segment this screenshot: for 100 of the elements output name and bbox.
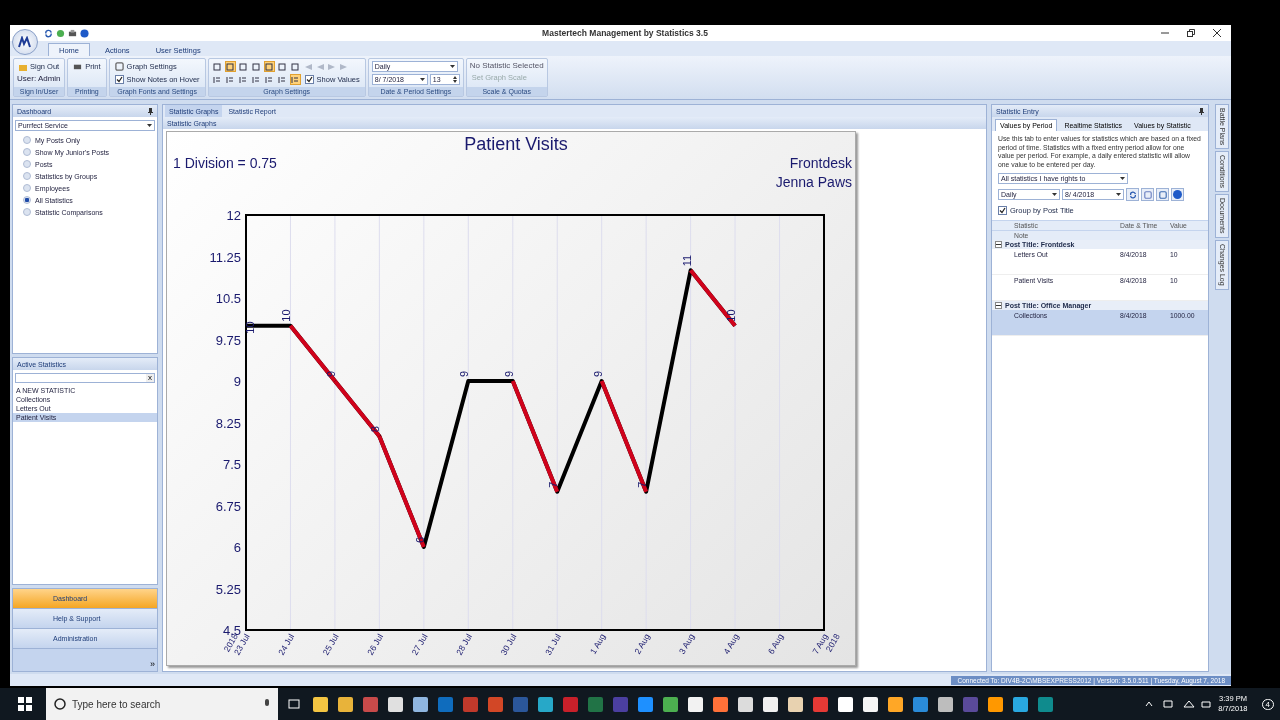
app-tile-icon[interactable] (813, 696, 828, 712)
clear-button[interactable]: x (146, 374, 154, 382)
x-tick-label: 28 Jul (454, 632, 475, 657)
app-tile-icon[interactable] (338, 696, 353, 712)
graph-tool-button[interactable] (263, 74, 275, 85)
x-tick-label: 25 Jul (320, 632, 341, 657)
refresh-button[interactable] (1126, 188, 1139, 201)
y-tick-label: 7.5 (222, 457, 241, 472)
value-label: 10 (725, 309, 738, 322)
value-label: 6 (413, 536, 426, 543)
chart-title: Patient Visits (464, 134, 568, 154)
decline-segment (689, 269, 737, 327)
user-label: User: Admin (17, 74, 62, 83)
value-label: 11 (680, 254, 693, 267)
close-icon[interactable] (1213, 29, 1221, 37)
app-tile-icon[interactable] (688, 696, 703, 712)
app-logo-icon[interactable] (12, 29, 38, 55)
y-tick-label: 8.25 (215, 415, 241, 431)
app-tile-icon[interactable] (713, 696, 728, 712)
app-tile-icon[interactable] (888, 696, 903, 712)
search-field[interactable]: x (15, 373, 155, 383)
graph-tool-button[interactable] (224, 61, 236, 72)
value-label: 7 (547, 481, 560, 488)
app-tile-icon[interactable] (563, 696, 578, 712)
y-tick-label: 11.25 (209, 249, 241, 265)
pin-icon[interactable] (1199, 107, 1204, 115)
post-label: Frontdesk (789, 155, 852, 171)
restore-icon[interactable] (1187, 29, 1195, 37)
y-tick-label: 12 (226, 208, 241, 223)
app-tile-icon[interactable] (588, 696, 603, 712)
taskbar-search-field[interactable]: Type here to search (46, 688, 278, 720)
windows-start-icon[interactable] (18, 697, 32, 711)
y-tick-label: 6.75 (215, 498, 241, 514)
value-label: 8 (369, 426, 382, 433)
y-tick-label: 10.5 (215, 291, 241, 306)
app-tile-icon[interactable] (638, 696, 653, 712)
collapse-toggle[interactable] (995, 302, 1002, 309)
caret-icon (1116, 193, 1121, 196)
app-tile-icon[interactable] (863, 696, 878, 712)
decline-segment (288, 324, 337, 383)
microphone-icon[interactable] (264, 699, 270, 709)
value-label: 10 (280, 309, 293, 322)
app-tile-icon[interactable] (788, 696, 803, 712)
app-tile-icon[interactable] (1038, 696, 1053, 712)
graph-tool-button[interactable] (224, 74, 236, 85)
app-tile-icon[interactable] (313, 696, 328, 712)
graph-tool-button[interactable] (211, 61, 223, 72)
graph-tool-button[interactable] (237, 61, 249, 72)
caret-icon (449, 65, 455, 68)
app-tile-icon[interactable] (538, 696, 553, 712)
value-label: 7 (636, 481, 649, 488)
app-tile-icon[interactable] (988, 696, 1003, 712)
refresh-icon[interactable] (44, 28, 53, 38)
app-tile-icon[interactable] (913, 696, 928, 712)
spinner-arrows-icon (452, 76, 457, 83)
task-view-icon[interactable] (288, 698, 300, 710)
owner-label: Jenna Paws (775, 174, 852, 190)
graph-tool-button[interactable] (211, 74, 223, 85)
app-tile-icon[interactable] (488, 696, 503, 712)
graph-tool-button[interactable] (263, 61, 275, 72)
app-tile-icon[interactable] (363, 696, 378, 712)
app-tile-icon[interactable] (963, 696, 978, 712)
graph-tool-button[interactable] (276, 74, 288, 85)
app-tile-icon[interactable] (513, 696, 528, 712)
more-button[interactable]: » (150, 659, 155, 669)
app-tile-icon[interactable] (1013, 696, 1028, 712)
x-tick-label: 24 Jul (276, 632, 297, 657)
app-tile-icon[interactable] (763, 696, 778, 712)
app-tile-icon[interactable] (613, 696, 628, 712)
graph-tool-button[interactable] (289, 61, 301, 72)
y-tick-label: 6 (233, 540, 241, 555)
caret-icon (147, 124, 152, 127)
caret-icon (1120, 177, 1125, 180)
graph-tool-button[interactable] (250, 74, 262, 85)
refresh-icon (1128, 190, 1137, 199)
graph-tool-button[interactable] (289, 74, 301, 85)
value-label: 9 (502, 370, 515, 377)
minimize-icon[interactable] (1161, 29, 1169, 37)
app-tile-icon[interactable] (938, 696, 953, 712)
cortana-circle-icon (54, 698, 66, 710)
app-tile-icon[interactable] (738, 696, 753, 712)
app-tile-icon[interactable] (663, 696, 678, 712)
graph-tool-button[interactable] (250, 61, 262, 72)
graph-tool-button[interactable] (276, 61, 288, 72)
graph-tool-button[interactable] (237, 74, 249, 85)
value-label: 9 (324, 370, 337, 377)
app-tile-icon[interactable] (438, 696, 453, 712)
x-tick-label: 26 Jul (365, 632, 386, 657)
scale-status: No Statistic Selected (469, 61, 544, 70)
app-tile-icon[interactable] (838, 696, 853, 712)
pin-icon[interactable] (148, 107, 153, 115)
app-tile-icon[interactable] (413, 696, 428, 712)
x-tick-label: 30 Jul (498, 632, 519, 657)
caret-icon (1052, 193, 1057, 196)
division-label: 1 Division = 0.75 (173, 155, 277, 171)
x-tick-label: 27 Jul (409, 632, 430, 657)
app-tile-icon[interactable] (463, 696, 478, 712)
window-title: Mastertech Management by Statistics 3.5 (541, 28, 709, 38)
app-tile-icon[interactable] (388, 696, 403, 712)
collapse-toggle[interactable] (995, 241, 1002, 248)
